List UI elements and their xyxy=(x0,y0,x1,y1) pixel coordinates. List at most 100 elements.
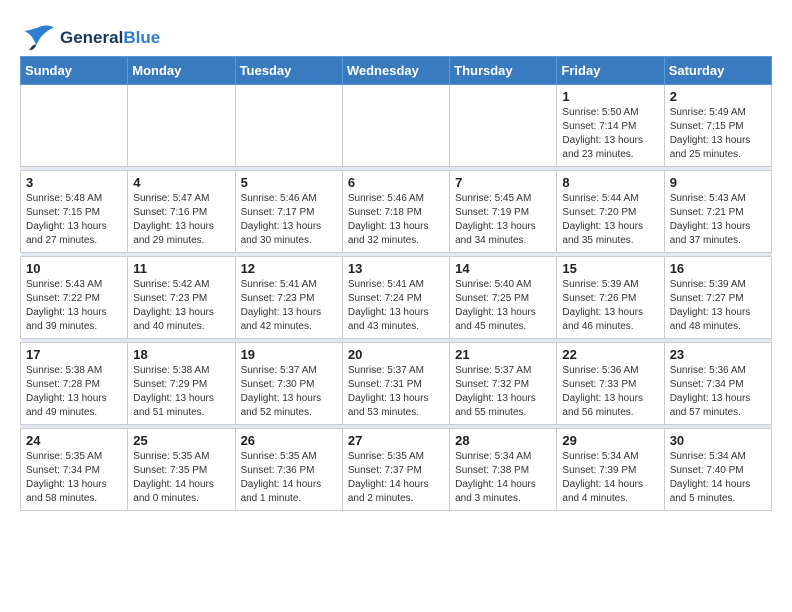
day-info: Sunrise: 5:45 AM Sunset: 7:19 PM Dayligh… xyxy=(455,192,551,248)
day-number: 12 xyxy=(241,261,337,276)
calendar-day-cell: 26 Sunrise: 5:35 AM Sunset: 7:36 PM Dayli… xyxy=(235,429,342,511)
day-info: Sunrise: 5:43 AM Sunset: 7:21 PM Dayligh… xyxy=(670,192,766,248)
calendar-day-cell: 16 Sunrise: 5:39 AM Sunset: 7:27 PM Dayli… xyxy=(664,257,771,339)
day-info: Sunrise: 5:40 AM Sunset: 7:25 PM Dayligh… xyxy=(455,278,551,334)
day-info: Sunrise: 5:36 AM Sunset: 7:34 PM Dayligh… xyxy=(670,364,766,420)
day-number: 29 xyxy=(562,433,658,448)
calendar-day-cell: 30Sunrise: 5:34 AM Sunset: 7:40 PM Dayli… xyxy=(664,429,771,511)
calendar-day-cell: 1Sunrise: 5:50 AM Sunset: 7:14 PM Daylig… xyxy=(557,85,664,167)
day-info: Sunrise: 5:37 AM Sunset: 7:32 PM Dayligh… xyxy=(455,364,551,420)
day-number: 13 xyxy=(348,261,444,276)
day-number: 16 xyxy=(670,261,766,276)
day-info: Sunrise: 5:43 AM Sunset: 7:22 PM Dayligh… xyxy=(26,278,122,334)
logo-text: GeneralBlue xyxy=(60,28,160,48)
day-info: Sunrise: 5:35 AM Sunset: 7:35 PM Dayligh… xyxy=(133,450,229,506)
calendar-day-cell: 6 Sunrise: 5:46 AM Sunset: 7:18 PM Daylig… xyxy=(342,171,449,253)
day-info: Sunrise: 5:38 AM Sunset: 7:29 PM Dayligh… xyxy=(133,364,229,420)
weekday-header-wednesday: Wednesday xyxy=(342,57,449,85)
day-info: Sunrise: 5:34 AM Sunset: 7:38 PM Dayligh… xyxy=(455,450,551,506)
day-number: 27 xyxy=(348,433,444,448)
calendar-day-cell: 19 Sunrise: 5:37 AM Sunset: 7:30 PM Dayli… xyxy=(235,343,342,425)
empty-day-cell xyxy=(128,85,235,167)
day-number: 19 xyxy=(241,347,337,362)
day-info: Sunrise: 5:34 AM Sunset: 7:39 PM Dayligh… xyxy=(562,450,658,506)
day-number: 3 xyxy=(26,175,122,190)
day-info: Sunrise: 5:37 AM Sunset: 7:30 PM Dayligh… xyxy=(241,364,337,420)
weekday-header-tuesday: Tuesday xyxy=(235,57,342,85)
header: GeneralBlue xyxy=(20,16,772,52)
calendar-week-row: 3Sunrise: 5:48 AM Sunset: 7:15 PM Daylig… xyxy=(21,171,772,253)
weekday-header-thursday: Thursday xyxy=(450,57,557,85)
weekday-header-row: SundayMondayTuesdayWednesdayThursdayFrid… xyxy=(21,57,772,85)
calendar-day-cell: 10Sunrise: 5:43 AM Sunset: 7:22 PM Dayli… xyxy=(21,257,128,339)
day-info: Sunrise: 5:36 AM Sunset: 7:33 PM Dayligh… xyxy=(562,364,658,420)
calendar-day-cell: 24 Sunrise: 5:35 AM Sunset: 7:34 PM Dayli… xyxy=(21,429,128,511)
calendar-day-cell: 29 Sunrise: 5:34 AM Sunset: 7:39 PM Dayli… xyxy=(557,429,664,511)
day-info: Sunrise: 5:38 AM Sunset: 7:28 PM Dayligh… xyxy=(26,364,122,420)
page-container: GeneralBlue SundayMondayTuesdayWednesday… xyxy=(20,16,772,511)
day-number: 1 xyxy=(562,89,658,104)
day-number: 18 xyxy=(133,347,229,362)
calendar-table: SundayMondayTuesdayWednesdayThursdayFrid… xyxy=(20,56,772,511)
calendar-day-cell: 22 Sunrise: 5:36 AM Sunset: 7:33 PM Dayli… xyxy=(557,343,664,425)
day-number: 24 xyxy=(26,433,122,448)
calendar-day-cell: 27 Sunrise: 5:35 AM Sunset: 7:37 PM Dayli… xyxy=(342,429,449,511)
day-number: 11 xyxy=(133,261,229,276)
day-number: 6 xyxy=(348,175,444,190)
calendar-day-cell: 8 Sunrise: 5:44 AM Sunset: 7:20 PM Daylig… xyxy=(557,171,664,253)
calendar-day-cell: 12 Sunrise: 5:41 AM Sunset: 7:23 PM Dayli… xyxy=(235,257,342,339)
empty-day-cell xyxy=(21,85,128,167)
day-number: 5 xyxy=(241,175,337,190)
day-info: Sunrise: 5:41 AM Sunset: 7:24 PM Dayligh… xyxy=(348,278,444,334)
calendar-week-row: 17 Sunrise: 5:38 AM Sunset: 7:28 PM Dayli… xyxy=(21,343,772,425)
day-info: Sunrise: 5:35 AM Sunset: 7:34 PM Dayligh… xyxy=(26,450,122,506)
calendar-day-cell: 5 Sunrise: 5:46 AM Sunset: 7:17 PM Daylig… xyxy=(235,171,342,253)
calendar-day-cell: 3Sunrise: 5:48 AM Sunset: 7:15 PM Daylig… xyxy=(21,171,128,253)
day-number: 17 xyxy=(26,347,122,362)
calendar-day-cell: 2 Sunrise: 5:49 AM Sunset: 7:15 PM Daylig… xyxy=(664,85,771,167)
day-number: 8 xyxy=(562,175,658,190)
weekday-header-monday: Monday xyxy=(128,57,235,85)
day-info: Sunrise: 5:37 AM Sunset: 7:31 PM Dayligh… xyxy=(348,364,444,420)
day-number: 4 xyxy=(133,175,229,190)
day-number: 26 xyxy=(241,433,337,448)
day-number: 25 xyxy=(133,433,229,448)
day-number: 28 xyxy=(455,433,551,448)
day-info: Sunrise: 5:35 AM Sunset: 7:36 PM Dayligh… xyxy=(241,450,337,506)
calendar-day-cell: 11 Sunrise: 5:42 AM Sunset: 7:23 PM Dayli… xyxy=(128,257,235,339)
calendar-week-row: 24 Sunrise: 5:35 AM Sunset: 7:34 PM Dayli… xyxy=(21,429,772,511)
calendar-day-cell: 7 Sunrise: 5:45 AM Sunset: 7:19 PM Daylig… xyxy=(450,171,557,253)
day-info: Sunrise: 5:44 AM Sunset: 7:20 PM Dayligh… xyxy=(562,192,658,248)
day-info: Sunrise: 5:39 AM Sunset: 7:27 PM Dayligh… xyxy=(670,278,766,334)
calendar-day-cell: 23Sunrise: 5:36 AM Sunset: 7:34 PM Dayli… xyxy=(664,343,771,425)
weekday-header-sunday: Sunday xyxy=(21,57,128,85)
day-info: Sunrise: 5:46 AM Sunset: 7:17 PM Dayligh… xyxy=(241,192,337,248)
day-number: 14 xyxy=(455,261,551,276)
day-info: Sunrise: 5:41 AM Sunset: 7:23 PM Dayligh… xyxy=(241,278,337,334)
day-info: Sunrise: 5:42 AM Sunset: 7:23 PM Dayligh… xyxy=(133,278,229,334)
day-number: 22 xyxy=(562,347,658,362)
day-info: Sunrise: 5:46 AM Sunset: 7:18 PM Dayligh… xyxy=(348,192,444,248)
calendar-week-row: 10Sunrise: 5:43 AM Sunset: 7:22 PM Dayli… xyxy=(21,257,772,339)
day-number: 7 xyxy=(455,175,551,190)
empty-day-cell xyxy=(235,85,342,167)
calendar-day-cell: 21 Sunrise: 5:37 AM Sunset: 7:32 PM Dayli… xyxy=(450,343,557,425)
empty-day-cell xyxy=(342,85,449,167)
calendar-week-row: 1Sunrise: 5:50 AM Sunset: 7:14 PM Daylig… xyxy=(21,85,772,167)
calendar-day-cell: 18 Sunrise: 5:38 AM Sunset: 7:29 PM Dayli… xyxy=(128,343,235,425)
day-info: Sunrise: 5:49 AM Sunset: 7:15 PM Dayligh… xyxy=(670,106,766,162)
logo-icon xyxy=(20,24,56,52)
calendar-day-cell: 28 Sunrise: 5:34 AM Sunset: 7:38 PM Dayli… xyxy=(450,429,557,511)
day-number: 21 xyxy=(455,347,551,362)
day-info: Sunrise: 5:34 AM Sunset: 7:40 PM Dayligh… xyxy=(670,450,766,506)
calendar-day-cell: 20Sunrise: 5:37 AM Sunset: 7:31 PM Dayli… xyxy=(342,343,449,425)
day-number: 15 xyxy=(562,261,658,276)
day-info: Sunrise: 5:35 AM Sunset: 7:37 PM Dayligh… xyxy=(348,450,444,506)
logo: GeneralBlue xyxy=(20,24,160,52)
day-number: 2 xyxy=(670,89,766,104)
day-info: Sunrise: 5:39 AM Sunset: 7:26 PM Dayligh… xyxy=(562,278,658,334)
day-number: 9 xyxy=(670,175,766,190)
weekday-header-saturday: Saturday xyxy=(664,57,771,85)
calendar-day-cell: 14 Sunrise: 5:40 AM Sunset: 7:25 PM Dayli… xyxy=(450,257,557,339)
calendar-day-cell: 9 Sunrise: 5:43 AM Sunset: 7:21 PM Daylig… xyxy=(664,171,771,253)
